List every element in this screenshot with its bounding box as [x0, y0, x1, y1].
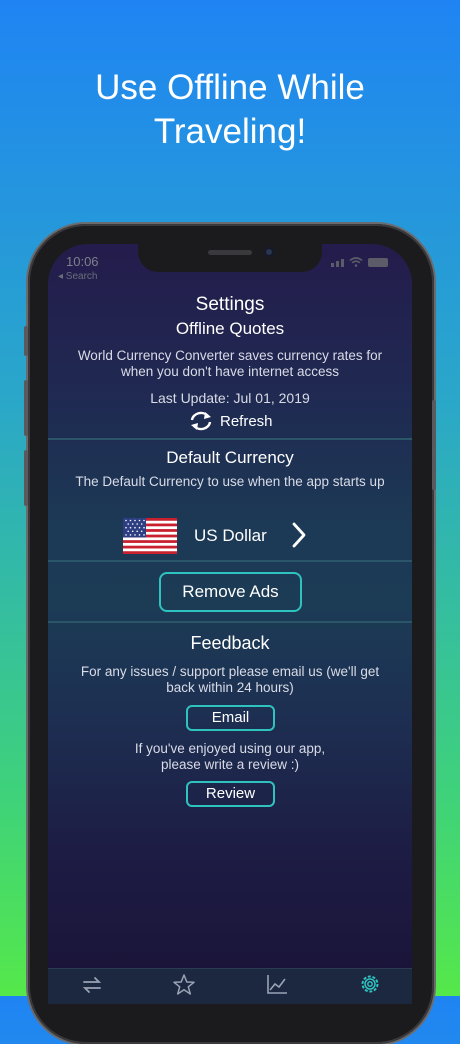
default-currency-heading: Default Currency: [166, 448, 294, 467]
feedback-heading: Feedback: [190, 633, 270, 653]
wifi-icon: [349, 257, 363, 267]
phone-screen: 10:06 ◂ Search Settings Offline Quotes W…: [48, 244, 412, 1004]
offline-quotes-description: World Currency Converter saves currency …: [77, 348, 383, 379]
remove-ads-button[interactable]: Remove Ads: [159, 572, 302, 612]
convert-arrows-icon[interactable]: [82, 975, 102, 995]
front-camera: [264, 247, 274, 257]
us-flag-icon[interactable]: [123, 518, 177, 554]
support-text: For any issues / support please email us…: [80, 664, 380, 695]
review-prompt-text: If you've enjoyed using our app, please …: [134, 741, 326, 772]
status-back-link[interactable]: ◂ Search: [58, 271, 97, 282]
refresh-button[interactable]: Refresh: [188, 410, 273, 432]
phone-power-button: [432, 400, 436, 490]
selected-currency-label[interactable]: US Dollar: [194, 526, 267, 546]
phone-volume-down-button: [24, 450, 28, 506]
marketing-headline: Use Offline While Traveling!: [0, 66, 460, 154]
phone-mute-switch: [24, 326, 28, 356]
chart-icon[interactable]: [266, 973, 288, 995]
section-divider: [48, 438, 412, 440]
signal-icon-bar: [341, 259, 344, 267]
last-update-text: Last Update: Jul 01, 2019: [150, 390, 310, 406]
headline-line-2: Traveling!: [153, 112, 307, 151]
signal-icon-bar: [336, 261, 339, 267]
offline-quotes-heading: Offline Quotes: [175, 319, 285, 338]
phone-notch: [138, 244, 322, 272]
refresh-label: Refresh: [220, 412, 273, 430]
headline-line-1: Use Offline While: [95, 68, 365, 107]
star-icon[interactable]: [172, 973, 196, 997]
status-icons: [331, 257, 388, 267]
refresh-icon: [190, 411, 212, 431]
speaker-grille: [208, 250, 252, 255]
default-currency-description: The Default Currency to use when the app…: [75, 474, 385, 489]
signal-icon: [331, 263, 334, 267]
section-divider: [48, 560, 412, 562]
tab-bar: [48, 968, 412, 1004]
gear-icon[interactable]: [358, 972, 382, 996]
page-title: Settings: [195, 294, 265, 315]
phone-volume-up-button: [24, 380, 28, 436]
status-time: 10:06: [66, 254, 99, 269]
section-divider: [48, 621, 412, 623]
email-button[interactable]: Email: [186, 705, 275, 731]
chevron-right-icon[interactable]: [292, 522, 306, 548]
review-button[interactable]: Review: [186, 781, 275, 807]
battery-icon: [368, 258, 388, 267]
